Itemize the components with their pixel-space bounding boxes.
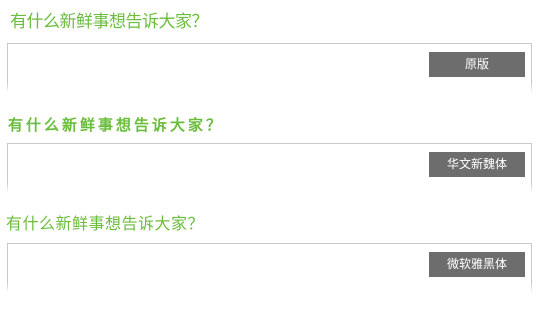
font-huawen-xinwei-button[interactable]: 华文新魏体 (429, 152, 525, 177)
font-original-button[interactable]: 原版 (429, 52, 525, 77)
prompt-heading: 有什么新鲜事想告诉大家？ (10, 12, 209, 32)
prompt-heading: 有什么新鲜事想告诉大家？ (8, 116, 225, 134)
font-microsoft-yahei-button[interactable]: 微软雅黑体 (429, 252, 525, 277)
post-textarea[interactable]: 微软雅黑体 (7, 243, 532, 293)
post-textarea[interactable]: 华文新魏体 (7, 143, 532, 193)
prompt-heading: 有什么新鲜事想告诉大家？ (6, 214, 205, 233)
page: 有什么新鲜事想告诉大家？ 原版 有什么新鲜事想告诉大家？ 华文新魏体 有什么新鲜… (0, 0, 541, 315)
post-textarea[interactable]: 原版 (7, 43, 532, 93)
